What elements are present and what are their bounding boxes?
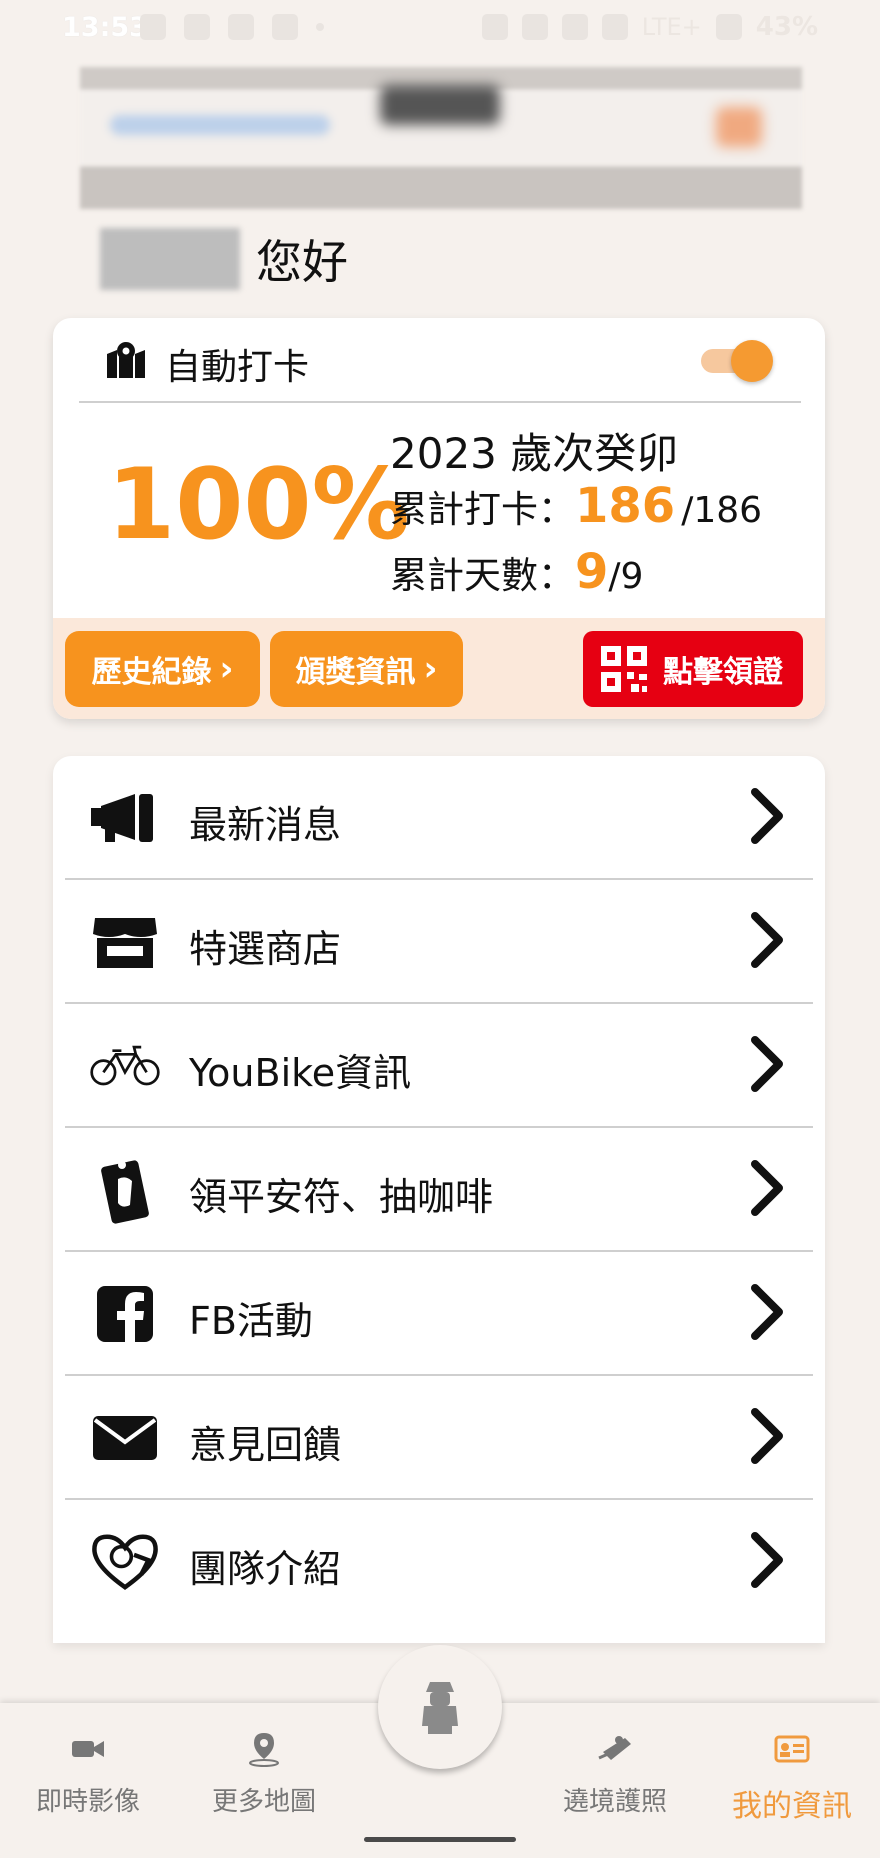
- chevron-right-icon: [751, 912, 783, 968]
- day-count: 累計天數： 9 /9: [390, 544, 643, 600]
- download-icon: [228, 14, 254, 40]
- day-count-label: 累計天數：: [390, 554, 575, 597]
- tab-passport[interactable]: 遶境護照: [540, 1729, 690, 1818]
- status-bar: 13:53 LTE+ 43%: [0, 0, 880, 62]
- system-status: LTE+ 43%: [481, 12, 818, 42]
- day-count-value: 9: [575, 544, 609, 600]
- chevron-right-icon: ›: [219, 649, 234, 689]
- menu-item-news[interactable]: 最新消息: [53, 756, 825, 880]
- menu-card: 最新消息 特選商店 YouBike資訊 領平安符、抽咖啡 FB活動 意見回饋 團…: [53, 756, 825, 1643]
- checkin-header: 自動打卡: [53, 318, 825, 402]
- checkin-count-label: 累計打卡：: [390, 488, 575, 531]
- mute-icon: [561, 14, 588, 40]
- map-marker-icon: [107, 342, 145, 378]
- screenshot-icon: [184, 14, 210, 40]
- battery-level: 43%: [755, 12, 818, 42]
- chevron-right-icon: [751, 1160, 783, 1216]
- hotspot-icon: [601, 14, 628, 40]
- map-pin-icon: [189, 1729, 339, 1769]
- chevron-right-icon: [751, 1532, 783, 1588]
- menu-item-store[interactable]: 特選商店: [53, 880, 825, 1004]
- chevron-right-icon: ›: [423, 649, 438, 689]
- menu-item-amulet[interactable]: 領平安符、抽咖啡: [53, 1128, 825, 1252]
- megaphone-icon: [89, 786, 161, 850]
- network-type: LTE+: [641, 13, 702, 41]
- tab-my-info[interactable]: 我的資訊: [717, 1729, 867, 1825]
- auto-checkin-toggle[interactable]: [701, 340, 773, 382]
- award-info-button[interactable]: 頒獎資訊 ›: [270, 631, 463, 707]
- chevron-right-icon: [751, 1284, 783, 1340]
- tab-label: 即時影像: [35, 1787, 140, 1817]
- amulet-icon: [89, 1158, 161, 1224]
- team-heart-icon: [89, 1530, 161, 1594]
- history-button[interactable]: 歷史紀錄 ›: [65, 631, 260, 707]
- completion-percent: 100%: [107, 448, 410, 562]
- menu-item-label: 領平安符、抽咖啡: [189, 1175, 494, 1219]
- chevron-right-icon: [751, 1408, 783, 1464]
- passport-icon: [540, 1729, 690, 1769]
- camera-icon: [13, 1729, 163, 1769]
- key-icon: [481, 14, 508, 40]
- checkin-actions: 歷史紀錄 › 頒獎資訊 › 點擊領證: [53, 618, 825, 719]
- bicycle-icon: [89, 1034, 161, 1098]
- menu-item-team[interactable]: 團隊介紹: [53, 1500, 825, 1624]
- tab-label: 更多地圖: [211, 1787, 316, 1817]
- menu-item-label: 團隊介紹: [189, 1547, 342, 1591]
- greeting-text: 您好: [256, 235, 348, 289]
- checkin-count: 累計打卡： 186 /186: [390, 478, 762, 534]
- checkin-count-value: 186: [575, 478, 676, 534]
- tab-label: 遶境護照: [562, 1787, 667, 1817]
- location-icon: [521, 14, 548, 40]
- qr-code-icon: [601, 646, 647, 692]
- chevron-right-icon: [751, 788, 783, 844]
- menu-item-feedback[interactable]: 意見回饋: [53, 1376, 825, 1500]
- menu-item-fb[interactable]: FB活動: [53, 1252, 825, 1376]
- gesture-home-bar[interactable]: [364, 1837, 516, 1842]
- store-icon: [89, 910, 161, 974]
- tab-live-video[interactable]: 即時影像: [13, 1729, 163, 1818]
- menu-item-label: YouBike資訊: [189, 1051, 412, 1095]
- divider: [79, 401, 801, 403]
- message-icon: [140, 14, 166, 40]
- id-card-icon: [717, 1729, 867, 1769]
- day-count-total: /9: [608, 556, 644, 597]
- menu-item-label: FB活動: [189, 1299, 313, 1343]
- facebook-icon: [89, 1282, 161, 1346]
- tab-label: 我的資訊: [732, 1789, 852, 1824]
- banner-ad[interactable]: [80, 67, 802, 209]
- get-certificate-button[interactable]: 點擊領證: [583, 631, 803, 707]
- menu-item-youbike[interactable]: YouBike資訊: [53, 1004, 825, 1128]
- center-home-button[interactable]: [378, 1645, 502, 1769]
- tab-more-maps[interactable]: 更多地圖: [189, 1729, 339, 1818]
- year-label: 2023 歲次癸卯: [390, 429, 679, 478]
- history-button-label: 歷史紀錄: [91, 655, 212, 690]
- checkin-count-total: /186: [681, 490, 763, 531]
- award-info-button-label: 頒獎資訊: [295, 655, 416, 690]
- app-notification-icon: [272, 14, 298, 40]
- menu-item-label: 最新消息: [189, 803, 342, 847]
- user-name-redacted: [100, 228, 240, 290]
- chevron-right-icon: [751, 1036, 783, 1092]
- notification-icons: [140, 14, 324, 40]
- menu-item-label: 意見回饋: [189, 1423, 342, 1467]
- deity-icon: [422, 1682, 458, 1734]
- envelope-icon: [89, 1406, 161, 1470]
- status-time: 13:53: [62, 12, 148, 43]
- signal-icon: [715, 14, 742, 40]
- menu-item-label: 特選商店: [189, 927, 342, 971]
- checkin-card: 自動打卡 100% 2023 歲次癸卯 累計打卡： 186 /186 累計天數：…: [53, 318, 825, 719]
- auto-checkin-title: 自動打卡: [165, 347, 310, 388]
- get-certificate-label: 點擊領證: [663, 655, 783, 690]
- greeting: 您好: [100, 226, 348, 292]
- more-dot-icon: [316, 23, 324, 31]
